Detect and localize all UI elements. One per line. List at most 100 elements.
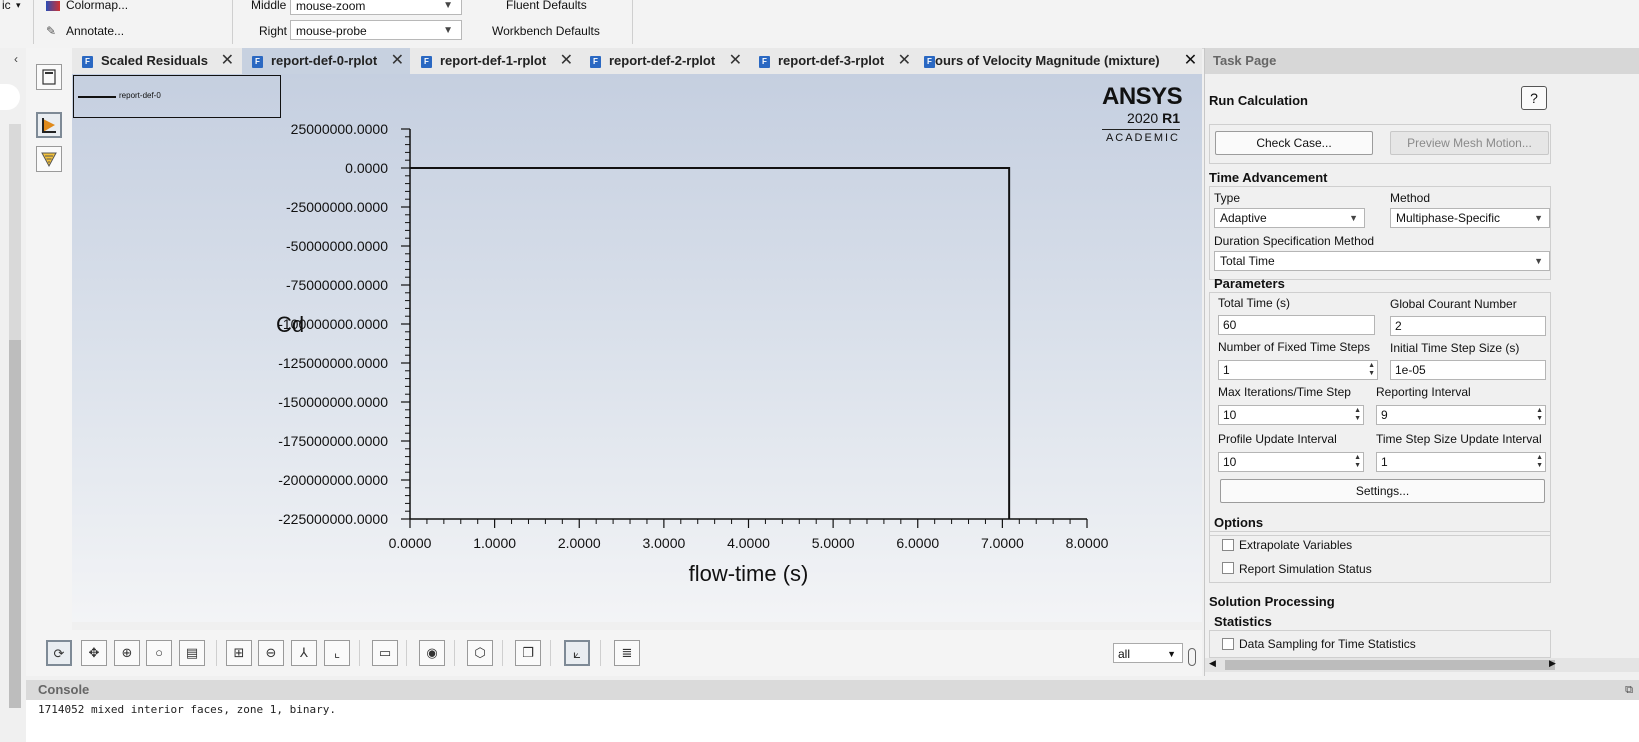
view-button[interactable]: ⌞ bbox=[324, 640, 350, 666]
tab-label: report-def-3-rplot bbox=[778, 53, 885, 68]
x-tick-label: 8.0000 bbox=[1066, 535, 1109, 551]
total-time-input[interactable]: 60 bbox=[1218, 315, 1375, 335]
plot-style-button[interactable] bbox=[36, 112, 62, 138]
tab-report-def-2-rplot[interactable]: Freport-def-2-rplot ✕ bbox=[580, 48, 748, 74]
zoom-in-out-button[interactable]: ⊕ bbox=[114, 640, 140, 666]
report-status-checkbox[interactable] bbox=[1222, 562, 1234, 574]
close-icon[interactable]: ✕ bbox=[1179, 48, 1202, 74]
tab-label: report-def-2-rplot bbox=[609, 53, 716, 68]
workbench-defaults-button[interactable]: Workbench Defaults bbox=[492, 24, 600, 38]
data-sampling-checkbox[interactable] bbox=[1222, 638, 1234, 650]
graphics-window[interactable]: 25000000.0000 0.0000 -25000000.0000 -500000… bbox=[72, 74, 1202, 622]
scroll-right-icon[interactable]: ▶ bbox=[1549, 658, 1556, 669]
help-button[interactable]: ? bbox=[1521, 86, 1547, 110]
settings-button[interactable]: Settings... bbox=[1220, 479, 1545, 503]
xy-plot-button[interactable]: ⟀ bbox=[564, 640, 590, 666]
right-mouse-select[interactable]: mouse-probe ▼ bbox=[290, 20, 462, 40]
report-button[interactable]: ≣ bbox=[614, 640, 640, 666]
console-output[interactable]: 1714052 mixed interior faces, zone 1, bi… bbox=[26, 700, 1639, 742]
ts-update-stepper[interactable]: 1 ▲ ▼ bbox=[1376, 452, 1546, 472]
init-step-input[interactable]: 1e-05 bbox=[1390, 360, 1546, 380]
toolbar-divider bbox=[216, 640, 217, 666]
preview-mesh-motion-button[interactable]: Preview Mesh Motion... bbox=[1390, 131, 1549, 155]
total-time-label: Total Time (s) bbox=[1218, 296, 1291, 310]
duration-select[interactable]: Total Time ▼ bbox=[1214, 251, 1550, 271]
tab-label: ours of Velocity Magnitude (mixture) bbox=[935, 53, 1160, 68]
x-tick-label: 3.0000 bbox=[642, 535, 685, 551]
close-icon[interactable]: ✕ bbox=[729, 48, 742, 73]
tab-label: report-def-1-rplot bbox=[440, 53, 547, 68]
scroll-left-icon[interactable]: ◀ bbox=[1209, 658, 1216, 669]
outline-scrollbar-thumb[interactable] bbox=[9, 340, 21, 708]
tab-report-def-1-rplot[interactable]: Freport-def-1-rplot ✕ bbox=[411, 48, 579, 74]
spinner-icon[interactable]: ▲ ▼ bbox=[1368, 362, 1375, 378]
ruler-button[interactable]: ▭ bbox=[372, 640, 398, 666]
close-icon[interactable]: ✕ bbox=[221, 48, 234, 73]
options-heading: Options bbox=[1214, 515, 1264, 530]
x-tick-label: 4.0000 bbox=[727, 535, 770, 551]
ribbon-divider bbox=[33, 0, 34, 44]
fluent-icon: F bbox=[82, 55, 93, 68]
tab-report-def-0-rplot[interactable]: Freport-def-0-rplot ✕ bbox=[242, 48, 410, 74]
3d-box-button[interactable]: ⬡ bbox=[467, 640, 493, 666]
type-select[interactable]: Adaptive ▼ bbox=[1214, 208, 1365, 228]
reporting-interval-value: 9 bbox=[1381, 408, 1388, 422]
contours-button[interactable] bbox=[36, 146, 62, 172]
tab-scaled-residuals[interactable]: F Scaled Residuals ✕ bbox=[72, 48, 240, 74]
check-case-button[interactable]: Check Case... bbox=[1215, 131, 1373, 155]
layers-icon: ❐ bbox=[522, 645, 534, 660]
y-tick-label: -75000000.0000 bbox=[286, 277, 388, 293]
fit-to-window-button[interactable]: ⊞ bbox=[226, 640, 252, 666]
tab-contours-velocity[interactable]: Fours of Velocity Magnitude (mixture) bbox=[918, 48, 1198, 74]
reporting-interval-stepper[interactable]: 9 ▲ ▼ bbox=[1376, 405, 1546, 425]
spinner-icon[interactable]: ▲ ▼ bbox=[1536, 454, 1543, 470]
ribbon-divider bbox=[632, 0, 633, 44]
parameters-heading: Parameters bbox=[1214, 276, 1285, 291]
fluent-defaults-button[interactable]: Fluent Defaults bbox=[506, 0, 587, 12]
scroll-icon[interactable] bbox=[1188, 648, 1196, 666]
x-tick-label: 7.0000 bbox=[981, 535, 1024, 551]
console-header: Console ⧉ bbox=[26, 680, 1639, 700]
rotate-button[interactable]: ⟳ bbox=[46, 640, 72, 666]
fixed-steps-stepper[interactable]: 1 ▲ ▼ bbox=[1218, 360, 1378, 380]
courant-input[interactable]: 2 bbox=[1390, 316, 1546, 336]
pan-button[interactable]: ✥ bbox=[81, 640, 107, 666]
task-page-scrollbar-thumb[interactable] bbox=[1225, 660, 1555, 670]
ruler-icon: ▭ bbox=[378, 645, 392, 660]
close-icon[interactable]: ✕ bbox=[560, 48, 573, 73]
isometric-view-button[interactable]: ⅄ bbox=[291, 640, 317, 666]
fluent-icon: F bbox=[590, 55, 601, 68]
extrapolate-checkbox[interactable] bbox=[1222, 539, 1234, 551]
spinner-icon[interactable]: ▲ ▼ bbox=[1354, 407, 1361, 423]
y-tick-label: -225000000.0000 bbox=[278, 511, 388, 527]
chevron-left-icon[interactable]: ‹ bbox=[14, 52, 18, 66]
outline-tab[interactable] bbox=[0, 84, 20, 110]
task-page: Task Page Run Calculation ? Check Case..… bbox=[1204, 48, 1639, 676]
max-iter-stepper[interactable]: 10 ▲ ▼ bbox=[1218, 405, 1364, 425]
method-select[interactable]: Multiphase-Specific ▼ bbox=[1390, 208, 1550, 228]
camera-button[interactable]: ◉ bbox=[419, 640, 445, 666]
close-icon[interactable]: ✕ bbox=[391, 48, 404, 73]
copy-window-button[interactable] bbox=[36, 64, 62, 90]
zoom-out-button[interactable]: ⊖ bbox=[258, 640, 284, 666]
spinner-icon[interactable]: ▲ ▼ bbox=[1536, 407, 1543, 423]
graphics-side-toolbar bbox=[26, 48, 72, 676]
chevron-down-icon[interactable]: ▾ bbox=[16, 0, 21, 11]
data-sampling-label: Data Sampling for Time Statistics bbox=[1239, 637, 1416, 651]
profile-update-stepper[interactable]: 10 ▲ ▼ bbox=[1218, 452, 1364, 472]
zoom-to-area-button[interactable]: ○ bbox=[146, 640, 172, 666]
annotate-button[interactable]: ✎ Annotate... bbox=[46, 24, 124, 38]
probe-button[interactable]: ▤ bbox=[179, 640, 205, 666]
tab-report-def-3-rplot[interactable]: Freport-def-3-rplot ✕ bbox=[749, 48, 917, 74]
layout-button[interactable]: ❐ bbox=[515, 640, 541, 666]
colormap-button[interactable]: Colormap... bbox=[46, 0, 128, 12]
restore-icon[interactable]: ⧉ bbox=[1625, 680, 1633, 700]
close-icon[interactable]: ✕ bbox=[898, 48, 911, 73]
init-step-label: Initial Time Step Size (s) bbox=[1390, 341, 1520, 355]
console-line: 1714052 mixed interior faces, zone 1, bi… bbox=[38, 703, 337, 716]
scope-select[interactable]: all ▼ bbox=[1113, 643, 1183, 663]
ansys-logo: ANSYS 2020 R1 ACADEMIC bbox=[1102, 84, 1183, 146]
middle-mouse-select[interactable]: mouse-zoom ▼ bbox=[290, 0, 462, 15]
move-icon: ✥ bbox=[88, 645, 100, 660]
spinner-icon[interactable]: ▲ ▼ bbox=[1354, 454, 1361, 470]
